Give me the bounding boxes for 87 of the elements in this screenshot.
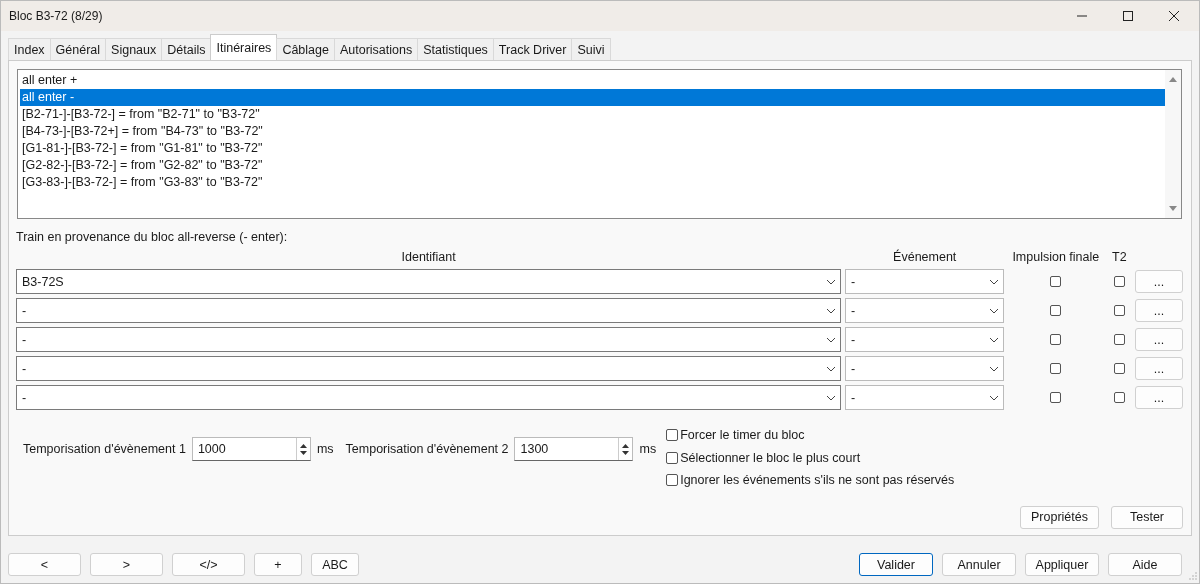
checkbox[interactable] [1050, 363, 1061, 374]
checkbox[interactable] [666, 474, 679, 487]
close-icon[interactable] [1169, 11, 1179, 21]
checkbox[interactable] [1050, 334, 1061, 345]
panel-button[interactable]: Propriétés [1020, 505, 1099, 529]
checkbox[interactable] [1113, 392, 1125, 403]
more-button[interactable]: ... [1135, 386, 1183, 409]
column-header: Impulsion finale [1011, 250, 1101, 264]
chevron-down-icon [825, 365, 836, 372]
identifier-dropdown[interactable]: - [16, 385, 841, 410]
tab[interactable]: Itinéraires [210, 34, 278, 60]
checkbox[interactable] [666, 451, 679, 464]
route-item[interactable]: all enter + [20, 72, 1165, 89]
chevron-down-icon [988, 365, 999, 372]
dialog-button[interactable]: Annuler [942, 553, 1016, 576]
event-dropdown[interactable]: - [844, 385, 1004, 410]
column-header: T2 [1111, 250, 1128, 264]
checkbox-label: Forcer le timer du bloc [680, 428, 805, 443]
scroll-down-icon[interactable] [1169, 206, 1177, 212]
spin-down-icon[interactable] [299, 450, 307, 455]
identifier-dropdown[interactable]: - [16, 298, 841, 323]
checkbox[interactable] [1050, 276, 1061, 287]
checkbox[interactable] [1113, 305, 1125, 316]
more-button[interactable]: ... [1135, 357, 1183, 380]
chevron-down-icon [825, 394, 836, 401]
route-item[interactable]: [G2-82-]-[B3-72-] = from "G2-82" to "B3-72" [20, 157, 1165, 174]
checkbox-label: Ignorer les événements s'ils ne sont pas réservés [680, 473, 955, 488]
nav-button[interactable]: > [90, 553, 163, 576]
chevron-down-icon [988, 307, 999, 314]
scroll-up-icon[interactable] [1169, 76, 1177, 82]
chevron-down-icon [988, 336, 999, 343]
chevron-down-icon [825, 336, 836, 343]
more-button[interactable]: ... [1135, 299, 1183, 322]
more-button[interactable]: ... [1135, 270, 1183, 293]
number-field[interactable]: 1000 [191, 437, 311, 461]
nav-button[interactable]: ABC [311, 553, 359, 576]
tab[interactable]: Suivi [571, 38, 611, 60]
scrollbar[interactable] [1165, 70, 1181, 218]
route-item[interactable]: [G1-81-]-[B3-72-] = from "G1-81" to "B3-72" [20, 140, 1165, 157]
route-item[interactable]: all enter - [20, 89, 1165, 106]
tab[interactable]: Statistiques [417, 38, 494, 60]
chevron-down-icon [825, 278, 836, 285]
dialog-button[interactable]: Appliquer [1025, 553, 1099, 576]
chevron-down-icon [988, 394, 999, 401]
identifier-dropdown[interactable]: - [16, 356, 841, 381]
unit-label: ms [316, 442, 334, 456]
spin-up-icon[interactable] [622, 443, 630, 448]
checkbox[interactable] [1113, 276, 1125, 287]
chevron-down-icon [988, 278, 999, 285]
tab[interactable]: Signaux [105, 38, 163, 60]
resize-grip-icon[interactable] [1189, 572, 1197, 580]
timer-label: Temporisation d'évènement 2 [345, 442, 509, 456]
identifier-dropdown[interactable]: B3-72S [16, 269, 841, 294]
route-item[interactable]: [G3-83-]-[B3-72-] = from "G3-83" to "B3-72" [20, 174, 1165, 191]
window-title: Bloc B3-72 (8/29) [9, 9, 103, 23]
more-button[interactable]: ... [1135, 328, 1183, 351]
event-dropdown[interactable]: - [844, 356, 1004, 381]
section-label: Train en provenance du bloc all-reverse (- enter): [16, 230, 289, 246]
route-item[interactable]: [B2-71-]-[B3-72-] = from "B2-71" to "B3-72" [20, 106, 1165, 123]
column-header: Identifiant [400, 250, 457, 264]
checkbox[interactable] [1050, 392, 1061, 403]
event-dropdown[interactable]: - [844, 327, 1004, 352]
event-dropdown[interactable]: - [844, 269, 1004, 294]
maximize-icon[interactable] [1123, 11, 1133, 21]
unit-label: ms [639, 442, 657, 456]
spin-up-icon[interactable] [299, 443, 307, 448]
nav-button[interactable]: </> [172, 553, 245, 576]
number-field[interactable]: 1300 [514, 437, 634, 461]
nav-button[interactable]: + [254, 553, 302, 576]
checkbox[interactable] [1113, 363, 1125, 374]
identifier-dropdown[interactable]: - [16, 327, 841, 352]
nav-button[interactable]: < [8, 553, 81, 576]
column-header: Événement [892, 250, 958, 264]
checkbox[interactable] [666, 429, 679, 442]
checkbox-label: Sélectionner le bloc le plus court [680, 450, 861, 465]
checkbox[interactable] [1113, 334, 1125, 345]
chevron-down-icon [825, 307, 836, 314]
spin-down-icon[interactable] [622, 450, 630, 455]
route-item[interactable]: [B4-73-]-[B3-72+] = from "B4-73" to "B3-72" [20, 123, 1165, 140]
event-dropdown[interactable]: - [844, 298, 1004, 323]
dialog-button[interactable]: Valider [859, 553, 933, 576]
panel-button[interactable]: Tester [1111, 505, 1183, 529]
tab[interactable]: Câblage [276, 38, 335, 60]
dialog-button[interactable]: Aide [1108, 553, 1182, 576]
tab[interactable]: Index [8, 38, 51, 60]
checkbox[interactable] [1050, 305, 1061, 316]
timer-label: Temporisation d'évènement 1 [23, 442, 186, 456]
